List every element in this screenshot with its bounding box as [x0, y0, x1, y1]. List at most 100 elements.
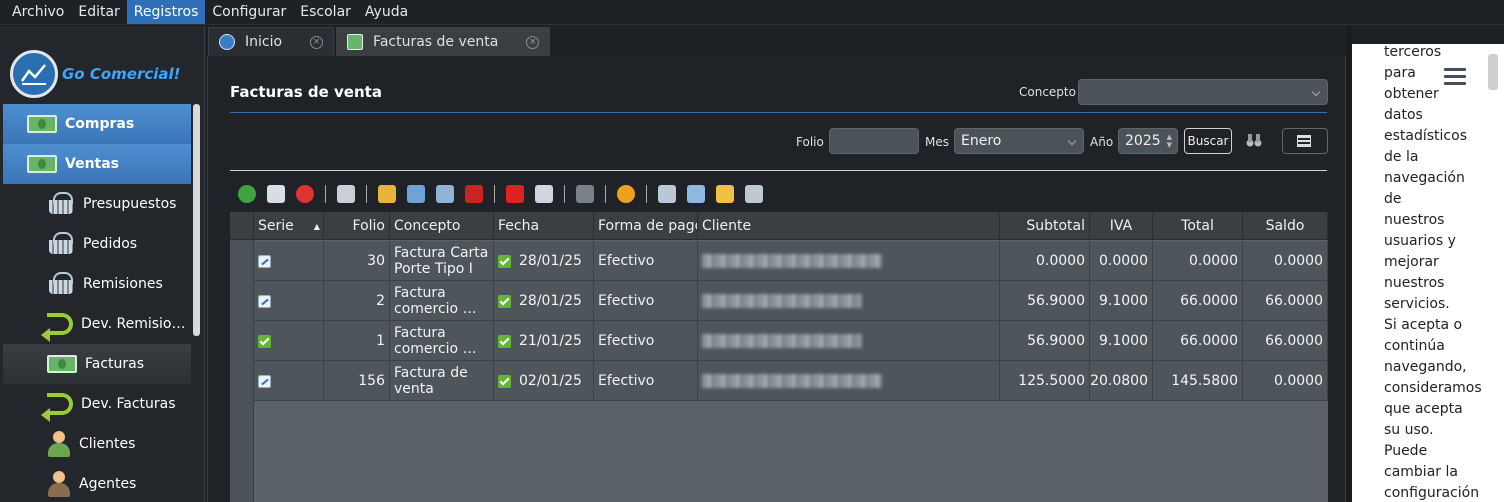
clean-icon[interactable] — [378, 185, 396, 203]
table-row[interactable]: 1 Factura comercio … 21/01/25 Efectivo 56… — [230, 321, 1328, 361]
copy-icon[interactable] — [716, 185, 734, 203]
close-icon[interactable]: × — [310, 35, 324, 49]
col-cliente[interactable]: Cliente — [698, 212, 1000, 240]
tree-icon[interactable] — [576, 185, 594, 203]
cell-total: 0.0000 — [1153, 241, 1243, 281]
col-forma-pago[interactable]: Forma de pago — [594, 212, 698, 240]
toolbar-separator — [494, 185, 495, 203]
cookie-line: de la — [1384, 149, 1419, 165]
folio-input[interactable] — [829, 128, 919, 154]
spinner-arrows-icon[interactable]: ▲ ▼ — [1167, 133, 1172, 149]
archive-icon[interactable] — [436, 185, 454, 203]
row-header-corner — [230, 212, 254, 240]
sidebar-item-label: Clientes — [79, 436, 136, 452]
cookie-scrollbar[interactable] — [1488, 54, 1498, 90]
sidebar-item-ventas[interactable]: Ventas — [3, 144, 191, 184]
table-row[interactable]: 2 Factura comercio … 28/01/25 Efectivo 56… — [230, 281, 1328, 321]
tab-facturas-venta[interactable]: Facturas de venta × — [336, 27, 551, 56]
add-icon[interactable] — [238, 185, 256, 203]
menu-configurar[interactable]: Configurar — [205, 0, 293, 24]
money-add-icon — [27, 155, 57, 173]
cell-folio: 30 — [324, 241, 390, 281]
cookie-line: servicios. — [1384, 296, 1450, 312]
return-icon — [41, 393, 73, 422]
cancel-icon[interactable] — [465, 185, 483, 203]
col-folio[interactable]: Folio — [324, 212, 390, 240]
col-subtotal[interactable]: Subtotal — [1000, 212, 1090, 240]
col-saldo[interactable]: Saldo — [1243, 212, 1328, 240]
cookie-line: para — [1384, 65, 1416, 81]
buscar-button[interactable]: Buscar — [1184, 128, 1232, 154]
row-header[interactable] — [230, 281, 254, 321]
sidebar-item-facturas[interactable]: Facturas — [3, 344, 191, 384]
asterisk-icon[interactable] — [617, 185, 635, 203]
binoculars-icon[interactable] — [1246, 132, 1262, 148]
edit-icon[interactable] — [267, 185, 285, 203]
blurred-client-name — [702, 254, 882, 268]
sidebar-item-agentes[interactable]: Agentes — [3, 464, 191, 502]
cell-iva: 20.0800 — [1090, 361, 1153, 401]
page-title: Facturas de venta — [230, 83, 382, 101]
table-row[interactable]: 30 Factura Carta Porte Tipo I 28/01/25 Ef… — [230, 241, 1328, 281]
print-icon[interactable] — [337, 185, 355, 203]
invoices-table: Serie ▲ Folio Concepto Fecha Forma de pag… — [230, 212, 1328, 502]
title-divider — [230, 112, 1327, 113]
hamburger-menu-icon[interactable] — [1444, 68, 1466, 86]
menu-editar[interactable]: Editar — [71, 0, 126, 24]
sidebar-scrollbar[interactable] — [193, 104, 200, 336]
main-panel: Facturas de venta Concepto Folio Mes Ene… — [207, 56, 1346, 502]
anio-spinner[interactable]: 2025 ▲ ▼ — [1118, 128, 1178, 154]
cell-cliente — [698, 241, 1000, 281]
cookie-line: Puede — [1384, 443, 1428, 459]
table-view-icon — [1297, 135, 1311, 147]
cookie-line: terceros — [1384, 44, 1442, 60]
table-row[interactable]: 156 Factura de venta 02/01/25 Efectivo 12… — [230, 361, 1328, 401]
delete-icon[interactable] — [296, 185, 314, 203]
view-options-button[interactable] — [1282, 128, 1328, 154]
col-total[interactable]: Total — [1153, 212, 1243, 240]
email-icon[interactable] — [407, 185, 425, 203]
row-header[interactable] — [230, 241, 254, 281]
menu-ayuda[interactable]: Ayuda — [358, 0, 415, 24]
col-concepto[interactable]: Concepto — [390, 212, 494, 240]
col-iva[interactable]: IVA — [1090, 212, 1153, 240]
invoice-icon — [347, 34, 364, 50]
menu-archivo[interactable]: Archivo — [5, 0, 71, 24]
row-header[interactable] — [230, 321, 254, 361]
cookie-line: que acepta — [1384, 401, 1463, 417]
menu-registros[interactable]: Registros — [126, 0, 206, 24]
sidebar-item-dev-facturas[interactable]: Dev. Facturas — [3, 384, 191, 424]
cell-total: 66.0000 — [1153, 321, 1243, 361]
export-icon[interactable] — [658, 185, 676, 203]
tab-label: Inicio — [245, 34, 283, 50]
sidebar-item-label: Agentes — [79, 476, 137, 492]
sidebar-item-dev-remisiones[interactable]: Dev. Remisio… — [3, 304, 191, 344]
list-icon[interactable] — [535, 185, 553, 203]
sidebar-item-pedidos[interactable]: Pedidos — [3, 224, 191, 264]
cookie-line: navegando, — [1384, 359, 1467, 375]
columns-icon[interactable] — [687, 185, 705, 203]
cookie-line: su uso. — [1384, 422, 1434, 438]
sidebar-item-remisiones[interactable]: Remisiones — [3, 264, 191, 304]
cookie-line: datos — [1384, 107, 1423, 123]
col-fecha[interactable]: Fecha — [494, 212, 594, 240]
basket-arrow-icon — [47, 272, 75, 296]
col-serie[interactable]: Serie ▲ — [254, 212, 324, 240]
close-icon[interactable]: × — [526, 35, 540, 49]
sidebar-item-compras[interactable]: Compras — [3, 104, 191, 144]
sidebar-item-presupuestos[interactable]: Presupuestos — [3, 184, 191, 224]
concepto-select[interactable] — [1078, 79, 1328, 105]
cell-forma-pago: Efectivo — [594, 361, 698, 401]
pdf-icon[interactable] — [506, 185, 524, 203]
tab-inicio[interactable]: Inicio × — [208, 27, 335, 56]
blurred-client-name — [702, 374, 882, 388]
anio-label: Año — [1090, 135, 1114, 149]
cell-concepto: Factura Carta Porte Tipo I — [390, 241, 494, 281]
printer-add-icon[interactable] — [745, 185, 763, 203]
menu-escolar[interactable]: Escolar — [293, 0, 358, 24]
row-header[interactable] — [230, 361, 254, 401]
sidebar-item-clientes[interactable]: Clientes — [3, 424, 191, 464]
mes-select[interactable]: Enero — [954, 128, 1084, 154]
sidebar-list: Compras Ventas Presupuestos Pedidos Remi… — [3, 104, 191, 502]
sidebar: Go Comercial! Compras Ventas Presupuesto… — [0, 26, 205, 502]
